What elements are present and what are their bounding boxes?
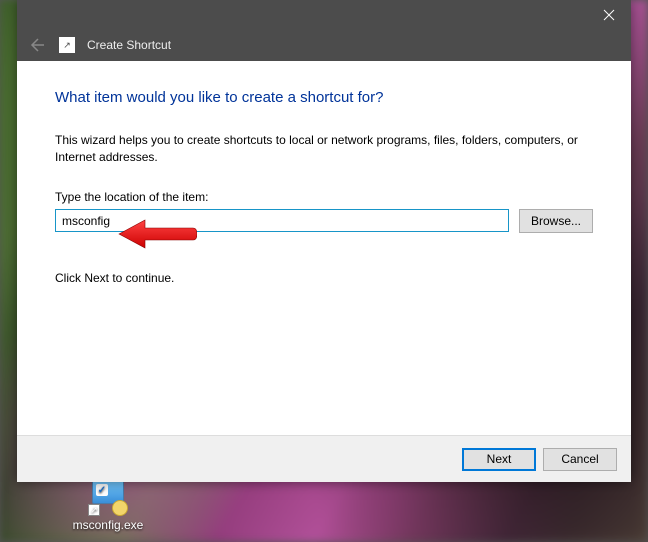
desktop-icon-label: msconfig.exe — [72, 518, 144, 532]
create-shortcut-dialog: ↗ Create Shortcut What item would you li… — [17, 0, 631, 482]
msconfig-icon: ✓ ↗ — [88, 476, 128, 516]
titlebar[interactable] — [17, 0, 631, 29]
back-button — [25, 34, 47, 56]
close-button[interactable] — [586, 0, 631, 29]
dialog-content: What item would you like to create a sho… — [17, 61, 631, 435]
page-description: This wizard helps you to create shortcut… — [55, 132, 593, 166]
browse-button[interactable]: Browse... — [519, 209, 593, 233]
location-label: Type the location of the item: — [55, 190, 593, 204]
location-input[interactable] — [55, 209, 509, 232]
desktop-shortcut-icon[interactable]: ✓ ↗ msconfig.exe — [72, 476, 144, 532]
close-icon — [603, 9, 615, 21]
back-arrow-icon — [28, 37, 44, 53]
next-button[interactable]: Next — [462, 448, 536, 471]
shortcut-wizard-icon: ↗ — [59, 37, 75, 53]
continue-hint: Click Next to continue. — [55, 271, 593, 285]
window-title: Create Shortcut — [87, 38, 171, 52]
cancel-button[interactable]: Cancel — [543, 448, 617, 471]
breadcrumb: ↗ Create Shortcut — [17, 29, 631, 61]
page-heading: What item would you like to create a sho… — [55, 89, 593, 106]
dialog-footer: Next Cancel — [17, 435, 631, 482]
